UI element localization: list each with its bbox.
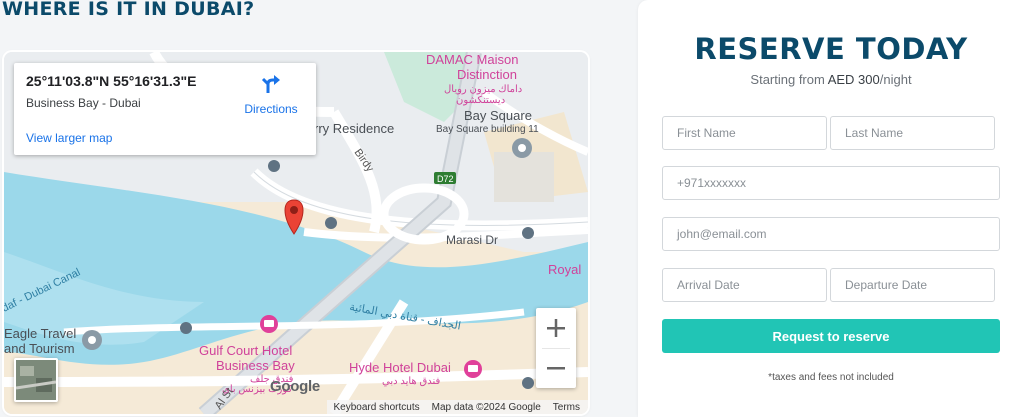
label-residence: rry Residence <box>314 121 394 136</box>
map-address: Business Bay - Dubai <box>26 96 141 110</box>
map-data-attribution: Map data ©2024 Google <box>431 401 541 413</box>
label-gulf-2: Business Bay <box>216 358 295 373</box>
poi-pin-marker[interactable] <box>82 330 102 350</box>
first-name-field[interactable]: First Name <box>662 116 827 150</box>
zoom-in-button[interactable] <box>536 308 576 348</box>
label-hyde-ar: فندق هايد دبي <box>382 376 441 387</box>
subtitle-suffix: /night <box>879 72 912 87</box>
bus-stop-icon <box>268 160 280 172</box>
embedded-map[interactable]: DAMAC Maison Distinction داماك ميزون روي… <box>4 52 588 414</box>
arrival-placeholder: Arrival Date <box>677 278 740 292</box>
label-bay-square: Bay Square <box>464 108 532 123</box>
phone-placeholder: +971xxxxxxx <box>677 176 747 190</box>
poi-hotel-marker[interactable] <box>260 315 278 333</box>
plus-icon <box>547 319 565 337</box>
email-placeholder: john@email.com <box>677 227 767 241</box>
view-larger-map-link[interactable]: View larger map <box>26 131 112 145</box>
last-name-field[interactable]: Last Name <box>830 116 995 150</box>
label-damac-ar-2: ديستنكشون <box>456 95 505 106</box>
label-bay-square-b11: Bay Square building 11 <box>436 124 539 135</box>
arrival-date-field[interactable]: Arrival Date <box>662 268 827 302</box>
zoom-out-button[interactable] <box>536 348 576 388</box>
subtitle-prefix: Starting from <box>750 72 828 87</box>
label-damac-2: Distinction <box>457 67 517 82</box>
keyboard-shortcuts-link[interactable]: Keyboard shortcuts <box>333 402 419 413</box>
bus-stop-icon <box>522 227 534 239</box>
google-logo: Google <box>270 378 320 395</box>
poi-hotel-marker[interactable] <box>464 360 482 378</box>
price-value: AED 300 <box>827 72 880 87</box>
google-logo-text: Google <box>270 378 320 395</box>
label-eagle-2: and Tourism <box>4 341 75 356</box>
label-gulf: Gulf Court Hotel <box>199 343 292 358</box>
bus-stop-icon <box>522 377 534 389</box>
bus-stop-icon <box>180 322 192 334</box>
departure-date-field[interactable]: Departure Date <box>830 268 995 302</box>
map-coordinates: 25°11'03.8"N 55°16'31.3"E <box>26 73 197 89</box>
phone-field[interactable]: +971xxxxxxx <box>662 166 1000 200</box>
label-royal: Royal <box>548 262 581 277</box>
last-name-placeholder: Last Name <box>845 126 904 140</box>
minus-icon <box>547 367 565 370</box>
request-to-reserve-button[interactable]: Request to reserve <box>662 319 1000 353</box>
directions-button[interactable]: Directions <box>240 73 302 116</box>
directions-label: Directions <box>244 102 298 116</box>
label-eagle: Eagle Travel <box>4 326 76 341</box>
label-marasi: Marasi Dr <box>446 233 498 247</box>
zoom-divider <box>542 348 570 349</box>
first-name-placeholder: First Name <box>677 126 736 140</box>
request-button-label: Request to reserve <box>772 328 890 344</box>
departure-placeholder: Departure Date <box>845 278 928 292</box>
section-title: WHERE IS IT IN DUBAI? <box>2 0 255 20</box>
reserve-subtitle: Starting from AED 300/night <box>638 72 1024 87</box>
zoom-control <box>536 308 576 388</box>
poi-pin-marker[interactable] <box>512 138 532 158</box>
directions-icon <box>261 75 280 93</box>
email-field[interactable]: john@email.com <box>662 217 1000 251</box>
terms-link[interactable]: Terms <box>553 402 580 413</box>
label-damac: DAMAC Maison <box>426 52 518 67</box>
satellite-toggle[interactable] <box>14 358 58 402</box>
satellite-thumbnail-icon <box>16 360 56 400</box>
bus-stop-icon <box>325 217 337 229</box>
reserve-panel: RESERVE TODAY Starting from AED 300/nigh… <box>638 0 1024 417</box>
label-d72: D72 <box>437 174 454 184</box>
map-footer: Keyboard shortcuts Map data ©2024 Google… <box>327 400 588 414</box>
reserve-title: RESERVE TODAY <box>694 32 968 66</box>
label-damac-ar: داماك ميزون رويال <box>444 84 522 95</box>
label-hyde: Hyde Hotel Dubai <box>349 360 451 375</box>
taxes-note: *taxes and fees not included <box>768 372 894 383</box>
map-info-card: 25°11'03.8"N 55°16'31.3"E Business Bay -… <box>14 63 316 155</box>
